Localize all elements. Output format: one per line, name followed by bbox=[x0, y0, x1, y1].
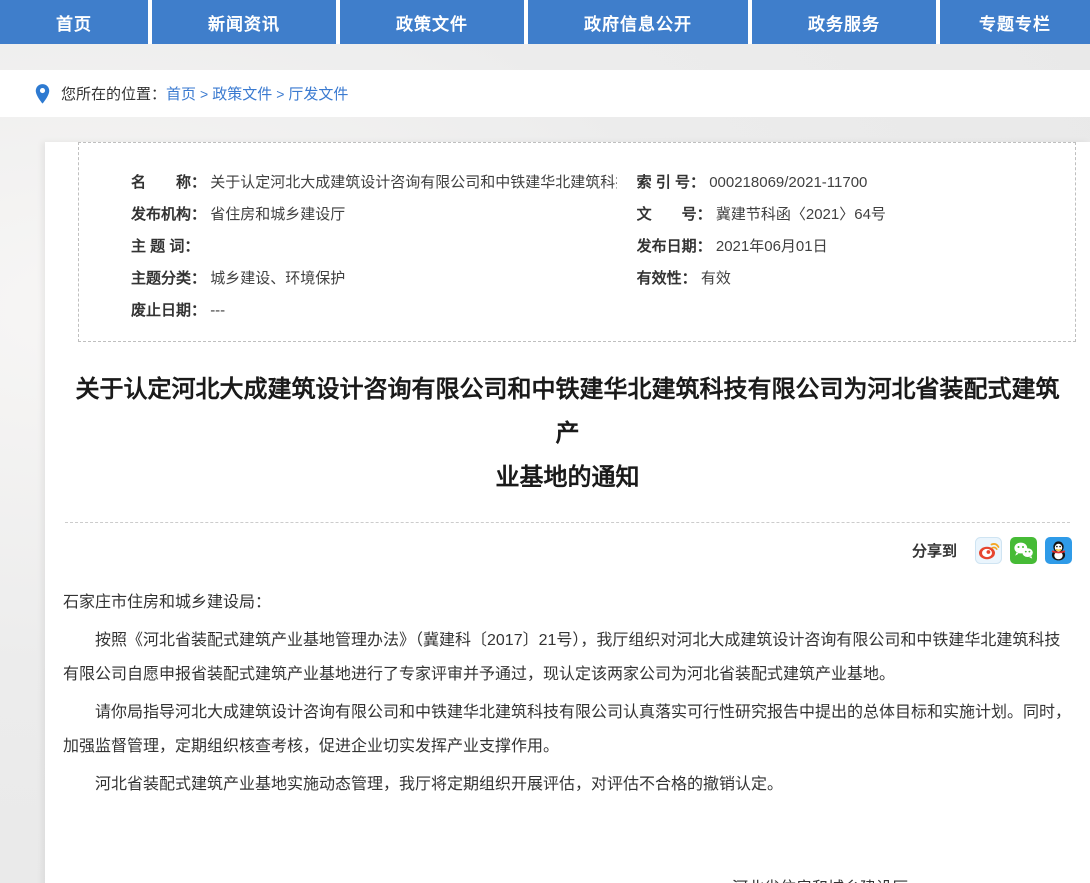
share-label: 分享到 bbox=[912, 540, 957, 561]
share-row: 分享到 bbox=[45, 523, 1090, 564]
meta-value: 城乡建设、环境保护 bbox=[210, 270, 345, 287]
meta-row-repeal-date: 废止日期： --- bbox=[131, 295, 617, 327]
paragraph-1: 按照《河北省装配式建筑产业基地管理办法》（冀建科〔2017〕21号），我厅组织对… bbox=[63, 624, 1076, 692]
meta-label: 发布机构： bbox=[131, 206, 206, 223]
meta-label: 主题分类： bbox=[131, 270, 206, 287]
meta-label: 名 称： bbox=[131, 174, 206, 191]
meta-row-category: 主题分类： 城乡建设、环境保护 bbox=[131, 263, 617, 295]
breadcrumb-label: 您所在的位置： bbox=[61, 83, 166, 104]
paragraph-2: 请你局指导河北大成建筑设计咨询有限公司和中铁建华北建筑科技有限公司认真落实可行性… bbox=[63, 696, 1076, 764]
nav-item-gov-info[interactable]: 政府信息公开 bbox=[528, 0, 748, 44]
nav-item-news[interactable]: 新闻资讯 bbox=[152, 0, 336, 44]
meta-row-name: 名 称： 关于认定河北大成建筑设计咨询有限公司和中铁建华北建筑科技... bbox=[131, 167, 617, 199]
meta-row-publish-date: 发布日期： 2021年06月01日 bbox=[637, 231, 1065, 263]
meta-row-validity: 有效性： 有效 bbox=[637, 263, 1065, 295]
breadcrumb-link-policy[interactable]: 政策文件 bbox=[212, 83, 272, 104]
meta-value: --- bbox=[210, 302, 225, 319]
metadata-left-column: 名 称： 关于认定河北大成建筑设计咨询有限公司和中铁建华北建筑科技... 发布机… bbox=[131, 167, 617, 327]
meta-row-issuer: 发布机构： 省住房和城乡建设厅 bbox=[131, 199, 617, 231]
meta-row-doc-number: 文 号： 冀建节科函〈2021〉64号 bbox=[637, 199, 1065, 231]
breadcrumb-separator: > bbox=[200, 86, 208, 102]
breadcrumb: 您所在的位置： 首页 > 政策文件 > 厅发文件 bbox=[0, 70, 1090, 117]
meta-value: 有效 bbox=[701, 270, 731, 287]
metadata-right-column: 索 引 号： 000218069/2021-11700 文 号： 冀建节科函〈2… bbox=[617, 167, 1065, 327]
meta-label: 文 号： bbox=[637, 206, 712, 223]
meta-row-index-number: 索 引 号： 000218069/2021-11700 bbox=[637, 167, 1065, 199]
page-title-line-1: 关于认定河北大成建筑设计咨询有限公司和中铁建华北建筑科技有限公司为河北省装配式建… bbox=[76, 376, 1060, 447]
page-title-line-2: 业基地的通知 bbox=[496, 464, 640, 491]
nav-item-services[interactable]: 政务服务 bbox=[752, 0, 936, 44]
location-pin-icon bbox=[34, 83, 51, 105]
qq-share-icon[interactable] bbox=[1045, 537, 1072, 564]
document-metadata-box: 名 称： 关于认定河北大成建筑设计咨询有限公司和中铁建华北建筑科技... 发布机… bbox=[78, 142, 1076, 342]
top-navigation: 首页 新闻资讯 政策文件 政府信息公开 政务服务 专题专栏 bbox=[0, 0, 1090, 44]
weibo-share-icon[interactable] bbox=[975, 537, 1002, 564]
meta-value: 省住房和城乡建设厅 bbox=[210, 206, 345, 223]
meta-label: 主 题 词： bbox=[131, 238, 199, 255]
meta-value: 000218069/2021-11700 bbox=[709, 174, 867, 191]
nav-item-policy[interactable]: 政策文件 bbox=[340, 0, 524, 44]
meta-label: 有效性： bbox=[637, 270, 697, 287]
nav-item-home[interactable]: 首页 bbox=[0, 0, 148, 44]
breadcrumb-link-home[interactable]: 首页 bbox=[166, 83, 196, 104]
meta-value: 2021年06月01日 bbox=[716, 238, 828, 255]
breadcrumb-separator: > bbox=[276, 86, 284, 102]
document-card: 名 称： 关于认定河北大成建筑设计咨询有限公司和中铁建华北建筑科技... 发布机… bbox=[45, 142, 1090, 883]
nav-item-specials[interactable]: 专题专栏 bbox=[940, 0, 1090, 44]
meta-label: 索 引 号： bbox=[637, 174, 705, 191]
article-body: 石家庄市住房和城乡建设局： 按照《河北省装配式建筑产业基地管理办法》（冀建科〔2… bbox=[45, 564, 1090, 802]
meta-value: 关于认定河北大成建筑设计咨询有限公司和中铁建华北建筑科技... bbox=[210, 174, 616, 191]
page-title: 关于认定河北大成建筑设计咨询有限公司和中铁建华北建筑科技有限公司为河北省装配式建… bbox=[65, 368, 1070, 523]
signature-organization: 河北省住房和城乡建设厅 bbox=[670, 872, 970, 883]
wechat-share-icon[interactable] bbox=[1010, 537, 1037, 564]
signature-block: 河北省住房和城乡建设厅 2021年6月1日 bbox=[670, 872, 970, 883]
breadcrumb-link-dept-docs[interactable]: 厅发文件 bbox=[288, 83, 348, 104]
paragraph-3: 河北省装配式建筑产业基地实施动态管理，我厅将定期组织开展评估，对评估不合格的撤销… bbox=[63, 768, 1076, 802]
salutation: 石家庄市住房和城乡建设局： bbox=[63, 586, 1076, 620]
meta-value: 冀建节科函〈2021〉64号 bbox=[716, 206, 886, 223]
meta-label: 发布日期： bbox=[637, 238, 712, 255]
meta-row-keywords: 主 题 词： bbox=[131, 231, 617, 263]
meta-label: 废止日期： bbox=[131, 302, 206, 319]
